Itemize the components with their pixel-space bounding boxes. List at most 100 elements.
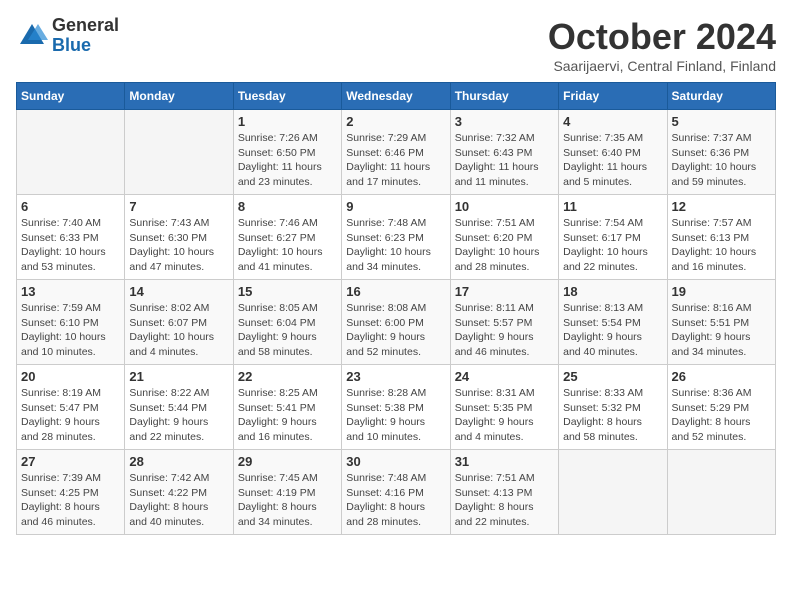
- calendar-cell: 23 Sunrise: 8:28 AM Sunset: 5:38 PM Dayli…: [342, 365, 450, 450]
- calendar-cell: 25 Sunrise: 8:33 AM Sunset: 5:32 PM Dayli…: [559, 365, 667, 450]
- day-number: 20: [21, 369, 120, 384]
- calendar-cell: 20 Sunrise: 8:19 AM Sunset: 5:47 PM Dayli…: [17, 365, 125, 450]
- calendar-cell: 27 Sunrise: 7:39 AM Sunset: 4:25 PM Dayli…: [17, 450, 125, 535]
- day-number: 27: [21, 454, 120, 469]
- calendar-header-row: SundayMondayTuesdayWednesdayThursdayFrid…: [17, 83, 776, 110]
- calendar-cell: 26 Sunrise: 8:36 AM Sunset: 5:29 PM Dayli…: [667, 365, 775, 450]
- day-number: 4: [563, 114, 662, 129]
- calendar-cell: 28Sunrise: 7:42 AM Sunset: 4:22 PM Dayli…: [125, 450, 233, 535]
- calendar-cell: 14 Sunrise: 8:02 AM Sunset: 6:07 PM Dayli…: [125, 280, 233, 365]
- day-number: 15: [238, 284, 337, 299]
- calendar-week-row: 27 Sunrise: 7:39 AM Sunset: 4:25 PM Dayli…: [17, 450, 776, 535]
- day-number: 9: [346, 199, 445, 214]
- day-info: Sunrise: 8:08 AM Sunset: 6:00 PM Dayligh…: [346, 301, 445, 360]
- calendar-cell: 10 Sunrise: 7:51 AM Sunset: 6:20 PM Dayli…: [450, 195, 558, 280]
- day-info: Sunrise: 8:11 AM Sunset: 5:57 PM Dayligh…: [455, 301, 554, 360]
- calendar-week-row: 1Sunrise: 7:26 AM Sunset: 6:50 PM Daylig…: [17, 110, 776, 195]
- calendar-week-row: 20 Sunrise: 8:19 AM Sunset: 5:47 PM Dayli…: [17, 365, 776, 450]
- day-info: Sunrise: 8:19 AM Sunset: 5:47 PM Dayligh…: [21, 386, 120, 445]
- day-info: Sunrise: 7:59 AM Sunset: 6:10 PM Dayligh…: [21, 301, 120, 360]
- day-info: Sunrise: 8:22 AM Sunset: 5:44 PM Dayligh…: [129, 386, 228, 445]
- calendar-day-header: Tuesday: [233, 83, 341, 110]
- day-number: 18: [563, 284, 662, 299]
- day-number: 2: [346, 114, 445, 129]
- day-number: 31: [455, 454, 554, 469]
- day-info: Sunrise: 8:28 AM Sunset: 5:38 PM Dayligh…: [346, 386, 445, 445]
- day-info: Sunrise: 7:48 AM Sunset: 6:23 PM Dayligh…: [346, 216, 445, 275]
- day-number: 21: [129, 369, 228, 384]
- day-info: Sunrise: 8:25 AM Sunset: 5:41 PM Dayligh…: [238, 386, 337, 445]
- calendar-day-header: Thursday: [450, 83, 558, 110]
- calendar-cell: 3 Sunrise: 7:32 AM Sunset: 6:43 PM Daylig…: [450, 110, 558, 195]
- day-info: Sunrise: 8:36 AM Sunset: 5:29 PM Dayligh…: [672, 386, 771, 445]
- calendar-cell: 1Sunrise: 7:26 AM Sunset: 6:50 PM Daylig…: [233, 110, 341, 195]
- day-info: Sunrise: 7:54 AM Sunset: 6:17 PM Dayligh…: [563, 216, 662, 275]
- day-number: 26: [672, 369, 771, 384]
- calendar-week-row: 6 Sunrise: 7:40 AM Sunset: 6:33 PM Daylig…: [17, 195, 776, 280]
- day-info: Sunrise: 8:16 AM Sunset: 5:51 PM Dayligh…: [672, 301, 771, 360]
- calendar-cell: 9 Sunrise: 7:48 AM Sunset: 6:23 PM Daylig…: [342, 195, 450, 280]
- calendar-cell: 8 Sunrise: 7:46 AM Sunset: 6:27 PM Daylig…: [233, 195, 341, 280]
- calendar-cell: 31Sunrise: 7:51 AM Sunset: 4:13 PM Dayli…: [450, 450, 558, 535]
- day-info: Sunrise: 8:31 AM Sunset: 5:35 PM Dayligh…: [455, 386, 554, 445]
- day-number: 3: [455, 114, 554, 129]
- calendar-week-row: 13 Sunrise: 7:59 AM Sunset: 6:10 PM Dayli…: [17, 280, 776, 365]
- day-info: Sunrise: 8:33 AM Sunset: 5:32 PM Dayligh…: [563, 386, 662, 445]
- day-number: 10: [455, 199, 554, 214]
- calendar-table: SundayMondayTuesdayWednesdayThursdayFrid…: [16, 82, 776, 535]
- day-number: 25: [563, 369, 662, 384]
- calendar-cell: 17Sunrise: 8:11 AM Sunset: 5:57 PM Dayli…: [450, 280, 558, 365]
- calendar-cell: [559, 450, 667, 535]
- day-number: 13: [21, 284, 120, 299]
- day-info: Sunrise: 7:45 AM Sunset: 4:19 PM Dayligh…: [238, 471, 337, 530]
- calendar-cell: 13 Sunrise: 7:59 AM Sunset: 6:10 PM Dayli…: [17, 280, 125, 365]
- calendar-cell: 12Sunrise: 7:57 AM Sunset: 6:13 PM Dayli…: [667, 195, 775, 280]
- day-info: Sunrise: 7:43 AM Sunset: 6:30 PM Dayligh…: [129, 216, 228, 275]
- day-info: Sunrise: 7:29 AM Sunset: 6:46 PM Dayligh…: [346, 131, 445, 190]
- calendar-cell: 18 Sunrise: 8:13 AM Sunset: 5:54 PM Dayli…: [559, 280, 667, 365]
- logo-blue: Blue: [52, 36, 119, 56]
- calendar-cell: 22 Sunrise: 8:25 AM Sunset: 5:41 PM Dayli…: [233, 365, 341, 450]
- calendar-day-header: Saturday: [667, 83, 775, 110]
- calendar-cell: 29Sunrise: 7:45 AM Sunset: 4:19 PM Dayli…: [233, 450, 341, 535]
- calendar-cell: 11 Sunrise: 7:54 AM Sunset: 6:17 PM Dayli…: [559, 195, 667, 280]
- calendar-day-header: Wednesday: [342, 83, 450, 110]
- day-info: Sunrise: 7:26 AM Sunset: 6:50 PM Dayligh…: [238, 131, 337, 190]
- day-number: 14: [129, 284, 228, 299]
- day-number: 7: [129, 199, 228, 214]
- day-number: 23: [346, 369, 445, 384]
- day-info: Sunrise: 7:37 AM Sunset: 6:36 PM Dayligh…: [672, 131, 771, 190]
- subtitle: Saarijaervi, Central Finland, Finland: [548, 58, 776, 74]
- calendar-cell: 24 Sunrise: 8:31 AM Sunset: 5:35 PM Dayli…: [450, 365, 558, 450]
- calendar-cell: 5 Sunrise: 7:37 AM Sunset: 6:36 PM Daylig…: [667, 110, 775, 195]
- day-number: 19: [672, 284, 771, 299]
- calendar-day-header: Monday: [125, 83, 233, 110]
- day-info: Sunrise: 7:32 AM Sunset: 6:43 PM Dayligh…: [455, 131, 554, 190]
- day-info: Sunrise: 7:39 AM Sunset: 4:25 PM Dayligh…: [21, 471, 120, 530]
- day-number: 24: [455, 369, 554, 384]
- day-info: Sunrise: 7:57 AM Sunset: 6:13 PM Dayligh…: [672, 216, 771, 275]
- calendar-cell: 30Sunrise: 7:48 AM Sunset: 4:16 PM Dayli…: [342, 450, 450, 535]
- logo-general: General: [52, 16, 119, 36]
- calendar-cell: 2 Sunrise: 7:29 AM Sunset: 6:46 PM Daylig…: [342, 110, 450, 195]
- day-number: 16: [346, 284, 445, 299]
- calendar-cell: 19 Sunrise: 8:16 AM Sunset: 5:51 PM Dayli…: [667, 280, 775, 365]
- day-number: 28: [129, 454, 228, 469]
- day-info: Sunrise: 7:40 AM Sunset: 6:33 PM Dayligh…: [21, 216, 120, 275]
- month-title: October 2024: [548, 16, 776, 58]
- calendar-day-header: Friday: [559, 83, 667, 110]
- calendar-cell: 16 Sunrise: 8:08 AM Sunset: 6:00 PM Dayli…: [342, 280, 450, 365]
- day-info: Sunrise: 8:13 AM Sunset: 5:54 PM Dayligh…: [563, 301, 662, 360]
- day-number: 5: [672, 114, 771, 129]
- logo-icon: [16, 20, 48, 52]
- day-number: 6: [21, 199, 120, 214]
- day-info: Sunrise: 8:05 AM Sunset: 6:04 PM Dayligh…: [238, 301, 337, 360]
- day-info: Sunrise: 7:46 AM Sunset: 6:27 PM Dayligh…: [238, 216, 337, 275]
- day-info: Sunrise: 8:02 AM Sunset: 6:07 PM Dayligh…: [129, 301, 228, 360]
- day-info: Sunrise: 7:51 AM Sunset: 6:20 PM Dayligh…: [455, 216, 554, 275]
- day-number: 11: [563, 199, 662, 214]
- logo-text: General Blue: [52, 16, 119, 56]
- day-number: 22: [238, 369, 337, 384]
- calendar-cell: 6 Sunrise: 7:40 AM Sunset: 6:33 PM Daylig…: [17, 195, 125, 280]
- day-number: 8: [238, 199, 337, 214]
